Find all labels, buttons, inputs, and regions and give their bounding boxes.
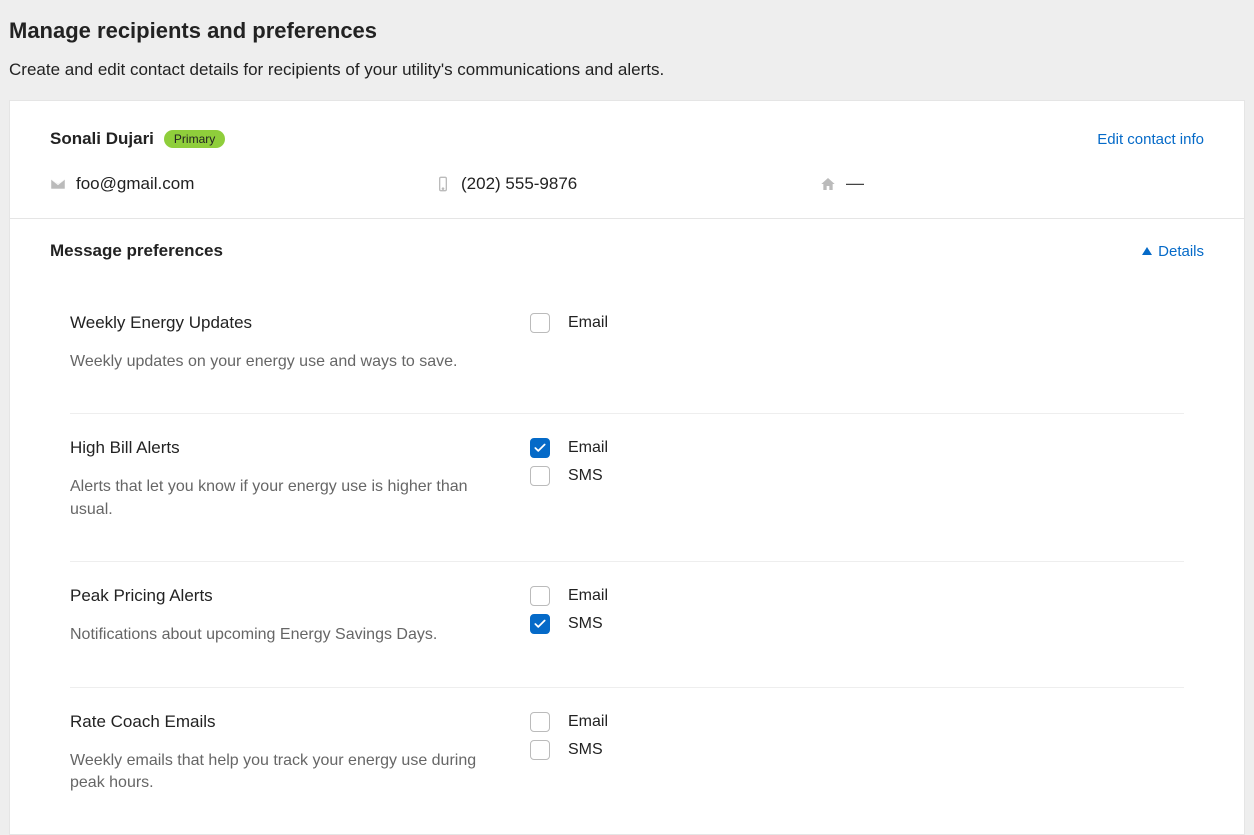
address-value: — bbox=[846, 173, 864, 194]
checkbox-email[interactable] bbox=[530, 586, 550, 606]
recipient-name: Sonali Dujari bbox=[50, 129, 154, 149]
contact-phone: (202) 555-9876 bbox=[435, 173, 820, 194]
pref-item: Weekly Energy Updates Weekly updates on y… bbox=[70, 289, 1184, 414]
details-toggle[interactable]: Details bbox=[1142, 243, 1204, 260]
channel-label: Email bbox=[568, 439, 608, 457]
checkbox-sms[interactable] bbox=[530, 614, 550, 634]
checkbox-email[interactable] bbox=[530, 313, 550, 333]
channel-row: SMS bbox=[530, 466, 1184, 486]
pref-name: Weekly Energy Updates bbox=[70, 313, 500, 333]
channel-label: Email bbox=[568, 314, 608, 332]
page-title: Manage recipients and preferences bbox=[9, 18, 1245, 44]
checkbox-sms[interactable] bbox=[530, 740, 550, 760]
channel-label: Email bbox=[568, 713, 608, 731]
channel-label: SMS bbox=[568, 741, 603, 759]
home-icon bbox=[820, 176, 836, 192]
email-value: foo@gmail.com bbox=[76, 174, 194, 194]
channel-row: Email bbox=[530, 586, 1184, 606]
channel-label: SMS bbox=[568, 615, 603, 633]
prefs-title: Message preferences bbox=[50, 241, 223, 261]
pref-item: High Bill Alerts Alerts that let you know… bbox=[70, 414, 1184, 562]
edit-contact-link[interactable]: Edit contact info bbox=[1097, 131, 1204, 148]
pref-desc: Weekly updates on your energy use and wa… bbox=[70, 351, 500, 373]
channel-label: SMS bbox=[568, 467, 603, 485]
checkbox-email[interactable] bbox=[530, 438, 550, 458]
pref-desc: Alerts that let you know if your energy … bbox=[70, 476, 500, 521]
phone-icon bbox=[435, 176, 451, 192]
channel-row: SMS bbox=[530, 614, 1184, 634]
checkbox-email[interactable] bbox=[530, 712, 550, 732]
pref-name: High Bill Alerts bbox=[70, 438, 500, 458]
channel-row: Email bbox=[530, 712, 1184, 732]
phone-value: (202) 555-9876 bbox=[461, 174, 577, 194]
channel-label: Email bbox=[568, 587, 608, 605]
pref-desc: Notifications about upcoming Energy Savi… bbox=[70, 624, 500, 646]
primary-badge: Primary bbox=[164, 130, 225, 148]
details-label: Details bbox=[1158, 243, 1204, 260]
checkbox-sms[interactable] bbox=[530, 466, 550, 486]
email-icon bbox=[50, 176, 66, 192]
pref-desc: Weekly emails that help you track your e… bbox=[70, 750, 500, 795]
pref-name: Peak Pricing Alerts bbox=[70, 586, 500, 606]
pref-item: Rate Coach Emails Weekly emails that help… bbox=[70, 688, 1184, 835]
page-subtitle: Create and edit contact details for reci… bbox=[9, 60, 1245, 80]
contact-email: foo@gmail.com bbox=[50, 173, 435, 194]
pref-name: Rate Coach Emails bbox=[70, 712, 500, 732]
pref-item: Peak Pricing Alerts Notifications about u… bbox=[70, 562, 1184, 687]
contact-address: — bbox=[820, 173, 1204, 194]
recipient-card: Sonali Dujari Primary Edit contact info … bbox=[9, 100, 1245, 835]
channel-row: SMS bbox=[530, 740, 1184, 760]
recipient-header: Sonali Dujari Primary Edit contact info … bbox=[10, 101, 1244, 219]
message-preferences-section: Message preferences Details Weekly Energ… bbox=[10, 219, 1244, 834]
collapse-icon bbox=[1142, 247, 1152, 255]
channel-row: Email bbox=[530, 313, 1184, 333]
channel-row: Email bbox=[530, 438, 1184, 458]
